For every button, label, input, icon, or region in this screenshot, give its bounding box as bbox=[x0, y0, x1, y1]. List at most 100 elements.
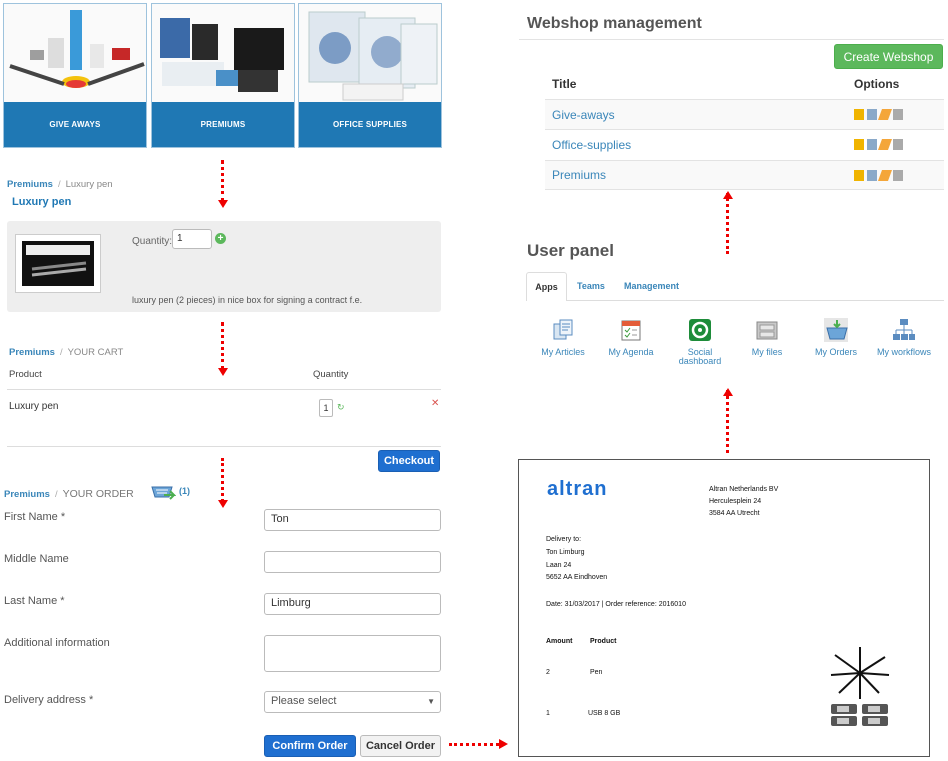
flow-arrow bbox=[449, 743, 499, 746]
webshop-title-link[interactable]: Give-aways bbox=[552, 108, 615, 122]
app-label: My Orders bbox=[814, 347, 857, 357]
last-name-label: Last Name * bbox=[4, 595, 65, 607]
webshop-title-link[interactable]: Office-supplies bbox=[552, 138, 631, 152]
app-label: Social dashboard bbox=[678, 347, 722, 366]
category-tile-give-aways[interactable]: GIVE AWAYS bbox=[3, 3, 147, 148]
cart-breadcrumb: Premiums / YOUR CART bbox=[9, 347, 124, 358]
app-social-dashboard[interactable]: Social dashboard bbox=[668, 318, 732, 366]
additional-info-textarea[interactable] bbox=[264, 635, 441, 672]
breadcrumb-link[interactable]: Premiums bbox=[4, 489, 50, 500]
refresh-icon[interactable]: ↻ bbox=[337, 402, 345, 413]
cart-quantity-input[interactable]: 1 bbox=[319, 399, 333, 417]
category-tile-office-supplies[interactable]: OFFICE SUPPLIES bbox=[298, 3, 442, 148]
delete-trash-icon[interactable] bbox=[893, 139, 903, 150]
delivery-address-label: Delivery address * bbox=[4, 694, 94, 706]
settings-icon[interactable] bbox=[867, 139, 877, 150]
col-options: Options bbox=[854, 77, 900, 91]
col-title: Title bbox=[552, 77, 577, 91]
tab-apps[interactable]: Apps bbox=[526, 272, 567, 301]
divider bbox=[519, 39, 944, 40]
files-icon bbox=[756, 321, 778, 340]
edit-pencil-icon[interactable] bbox=[877, 169, 893, 181]
breadcrumb-link[interactable]: Premiums bbox=[7, 179, 53, 190]
delete-trash-icon[interactable] bbox=[893, 169, 903, 181]
webshop-title-link[interactable]: Premiums bbox=[552, 168, 606, 182]
app-my-files[interactable]: My files bbox=[735, 318, 799, 357]
checkout-button[interactable]: Checkout bbox=[378, 450, 440, 472]
add-to-cart-icon[interactable]: + bbox=[215, 233, 226, 244]
cart-row-product: Luxury pen bbox=[9, 401, 59, 412]
category-label: PREMIUMS bbox=[152, 102, 294, 147]
breadcrumb: Premiums / Luxury pen bbox=[7, 179, 113, 190]
delivery-address-value: Please select bbox=[271, 695, 337, 707]
premiums-image bbox=[152, 4, 294, 104]
office-supplies-image bbox=[299, 4, 441, 104]
pen-product-image bbox=[830, 647, 890, 699]
arrow-tip bbox=[499, 739, 508, 749]
orders-icon bbox=[824, 318, 850, 342]
divider bbox=[7, 446, 441, 447]
breadcrumb-current: YOUR ORDER bbox=[62, 488, 134, 500]
cart-col-product: Product bbox=[9, 369, 42, 380]
add-folder-icon[interactable] bbox=[854, 139, 864, 150]
cart-icon[interactable] bbox=[150, 481, 177, 501]
social-icon bbox=[689, 319, 711, 341]
settings-icon[interactable] bbox=[867, 109, 877, 120]
cancel-order-button[interactable]: Cancel Order bbox=[360, 735, 441, 757]
tab-teams[interactable]: Teams bbox=[577, 281, 605, 291]
app-my-orders[interactable]: My Orders bbox=[804, 318, 868, 357]
cart-col-quantity: Quantity bbox=[313, 369, 349, 380]
product-description: luxury pen (2 pieces) in nice box for si… bbox=[132, 295, 363, 305]
date-reference: Date: 31/03/2017 | Order reference: 2016… bbox=[546, 601, 686, 608]
tab-divider bbox=[567, 300, 944, 301]
create-webshop-button[interactable]: Create Webshop bbox=[834, 44, 943, 69]
altran-logo: ALTRAN bbox=[547, 478, 608, 500]
first-name-field[interactable]: Ton bbox=[264, 509, 441, 531]
delete-trash-icon[interactable] bbox=[893, 109, 903, 120]
line-product: USB 8 GB bbox=[588, 710, 621, 717]
category-label: GIVE AWAYS bbox=[4, 102, 146, 147]
company-name: Altran Netherlands BV bbox=[709, 486, 779, 493]
tab-management[interactable]: Management bbox=[624, 281, 679, 291]
app-label: My files bbox=[751, 347, 783, 357]
webshop-management-title: Webshop management bbox=[527, 15, 702, 32]
give-aways-image bbox=[4, 4, 146, 104]
flow-arrow bbox=[723, 388, 733, 453]
quantity-label: Quantity: bbox=[132, 236, 173, 247]
line-amount: 1 bbox=[546, 710, 550, 717]
product-panel: Quantity: 1 + luxury pen (2 pieces) in n… bbox=[7, 221, 441, 312]
flow-arrow bbox=[218, 322, 228, 376]
delivery-to-label: Delivery to: bbox=[546, 536, 582, 543]
agenda-icon bbox=[621, 320, 641, 341]
cart-count: (1) bbox=[179, 486, 190, 496]
middle-name-field[interactable] bbox=[264, 551, 441, 573]
middle-name-label: Middle Name bbox=[4, 553, 69, 565]
category-label: OFFICE SUPPLIES bbox=[299, 102, 441, 147]
last-name-field[interactable]: Limburg bbox=[264, 593, 441, 615]
articles-icon bbox=[553, 319, 573, 340]
edit-pencil-icon[interactable] bbox=[877, 109, 893, 120]
category-tile-premiums[interactable]: PREMIUMS bbox=[151, 3, 295, 148]
chevron-down-icon: ▼ bbox=[427, 697, 435, 706]
app-my-agenda[interactable]: My Agenda bbox=[599, 318, 663, 357]
settings-icon[interactable] bbox=[867, 169, 877, 181]
delivery-address-select[interactable]: Please select ▼ bbox=[264, 691, 441, 713]
product-title: Luxury pen bbox=[12, 196, 72, 208]
col-product: Product bbox=[590, 638, 617, 645]
app-my-workflows[interactable]: My workflows bbox=[872, 318, 936, 357]
breadcrumb-link[interactable]: Premiums bbox=[9, 347, 55, 358]
app-my-articles[interactable]: My Articles bbox=[531, 318, 595, 357]
table-row: Office-supplies bbox=[545, 129, 944, 159]
line-product: Pen bbox=[590, 669, 603, 676]
remove-icon[interactable]: ✕ bbox=[431, 398, 439, 409]
edit-pencil-icon[interactable] bbox=[877, 139, 893, 150]
quantity-input[interactable]: 1 bbox=[172, 229, 212, 249]
workflows-icon bbox=[893, 319, 915, 340]
breadcrumb-current: Luxury pen bbox=[65, 179, 113, 190]
order-breadcrumb: Premiums / YOUR ORDER bbox=[4, 488, 134, 500]
recipient-city: 5652 AA Eindhoven bbox=[546, 574, 608, 581]
add-folder-icon[interactable] bbox=[854, 109, 864, 120]
additional-info-label: Additional information bbox=[4, 637, 110, 649]
confirm-order-button[interactable]: Confirm Order bbox=[264, 735, 356, 757]
add-folder-icon[interactable] bbox=[854, 169, 864, 181]
